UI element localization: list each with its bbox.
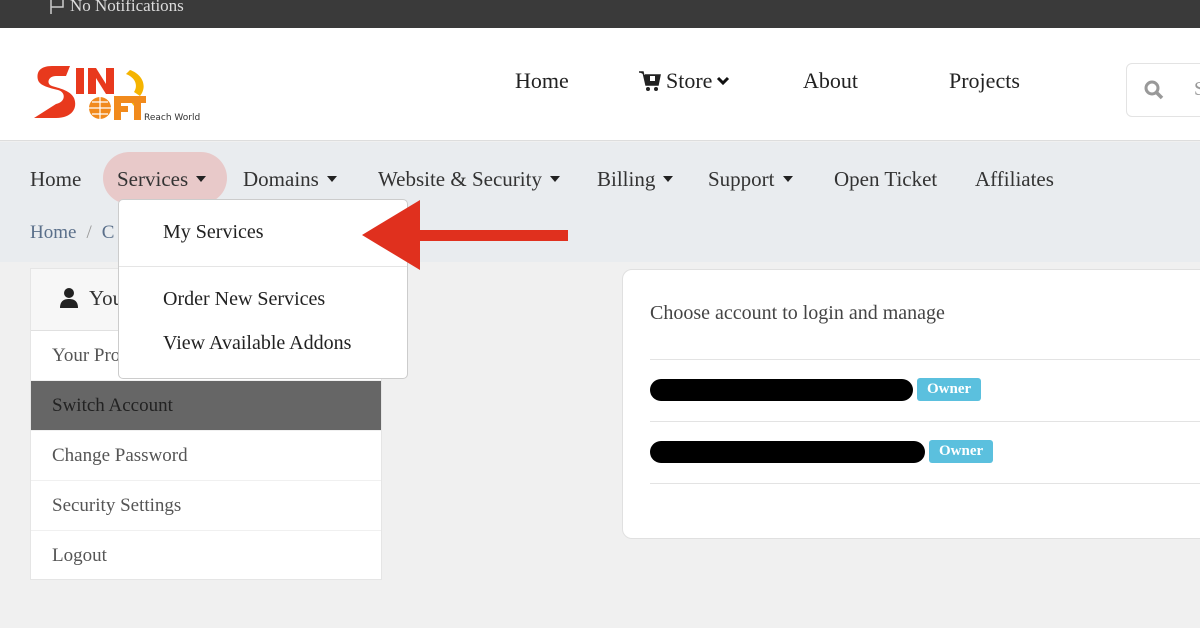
main-nav-projects[interactable]: Projects — [949, 68, 1020, 94]
main-nav-home-label: Home — [515, 68, 569, 93]
search-placeholder: S — [1194, 78, 1200, 100]
breadcrumb-current: C — [101, 222, 115, 243]
redacted-account-name — [650, 378, 913, 401]
caret-down-icon — [196, 176, 207, 182]
subnav-website-security-label: Website & Security — [378, 166, 542, 191]
main-nav-about[interactable]: About — [803, 68, 858, 94]
sidebar-item-logout[interactable]: Logout — [31, 531, 381, 581]
divider — [650, 483, 1200, 484]
caret-down-icon — [549, 176, 560, 182]
subnav-services[interactable]: Services — [117, 165, 207, 193]
chevron-down-icon — [717, 76, 730, 86]
main-nav-projects-label: Projects — [949, 68, 1020, 93]
subnav-website-security[interactable]: Website & Security — [378, 165, 560, 193]
dropdown-item-view-addons[interactable]: View Available Addons — [163, 332, 351, 355]
subnav-services-label: Services — [117, 166, 189, 191]
subnav-support-label: Support — [708, 166, 775, 191]
redacted-account-name — [650, 440, 925, 463]
switch-account-card: Choose account to login and manage Owner… — [622, 269, 1200, 539]
subnav-open-ticket-label: Open Ticket — [834, 166, 938, 191]
logo[interactable]: Reach World — [30, 62, 205, 123]
caret-down-icon — [326, 176, 337, 182]
dropdown-item-order-new-services[interactable]: Order New Services — [163, 288, 325, 311]
divider — [650, 421, 1200, 422]
flag-icon — [50, 0, 64, 14]
subnav-support[interactable]: Support — [708, 165, 793, 193]
breadcrumb-home[interactable]: Home — [30, 222, 76, 244]
subnav-affiliates-label: Affiliates — [975, 166, 1054, 191]
search-input[interactable]: S — [1126, 63, 1200, 117]
divider — [650, 359, 1200, 360]
svg-text:Reach World: Reach World — [144, 113, 200, 122]
top-bar: No Notifications — [0, 0, 1200, 28]
breadcrumb-separator: / — [86, 222, 92, 243]
subnav-domains[interactable]: Domains — [243, 165, 337, 193]
site-header: Reach World Home Store About Projects S — [0, 28, 1200, 141]
sidebar-item-switch-account[interactable]: Switch Account — [31, 381, 381, 431]
main-nav-home[interactable]: Home — [515, 68, 569, 94]
subnav-billing[interactable]: Billing — [597, 165, 674, 193]
notifications-label: No Notifications — [70, 0, 184, 15]
sidebar-item-security-settings[interactable]: Security Settings — [31, 481, 381, 531]
dropdown-item-my-services[interactable]: My Services — [163, 221, 264, 244]
subnav-billing-label: Billing — [597, 166, 656, 191]
owner-badge: Owner — [929, 440, 994, 463]
notifications-link[interactable]: No Notifications — [48, 0, 184, 16]
account-row[interactable]: Owner — [650, 440, 994, 463]
subnav-open-ticket[interactable]: Open Ticket — [834, 165, 937, 193]
subnav-domains-label: Domains — [243, 166, 319, 191]
caret-down-icon — [782, 176, 793, 182]
subnav-affiliates[interactable]: Affiliates — [975, 165, 1054, 193]
main-nav-store-label: Store — [666, 68, 713, 93]
sinosoft-logo-icon: Reach World — [34, 66, 200, 123]
subnav-home-label: Home — [30, 166, 82, 191]
caret-down-icon — [663, 176, 674, 182]
user-icon — [60, 288, 78, 308]
annotation-arrow-icon — [362, 200, 568, 270]
breadcrumb: Home / C — [30, 222, 114, 244]
sidebar-item-change-password[interactable]: Change Password — [31, 431, 381, 481]
subnav-home[interactable]: Home — [30, 165, 81, 193]
account-row[interactable]: Owner — [650, 378, 982, 401]
search-icon — [1144, 80, 1164, 100]
cart-icon — [639, 71, 661, 91]
card-title: Choose account to login and manage — [650, 302, 945, 324]
owner-badge: Owner — [917, 378, 982, 401]
main-nav-store[interactable]: Store — [638, 68, 730, 94]
main-nav-about-label: About — [803, 68, 858, 93]
